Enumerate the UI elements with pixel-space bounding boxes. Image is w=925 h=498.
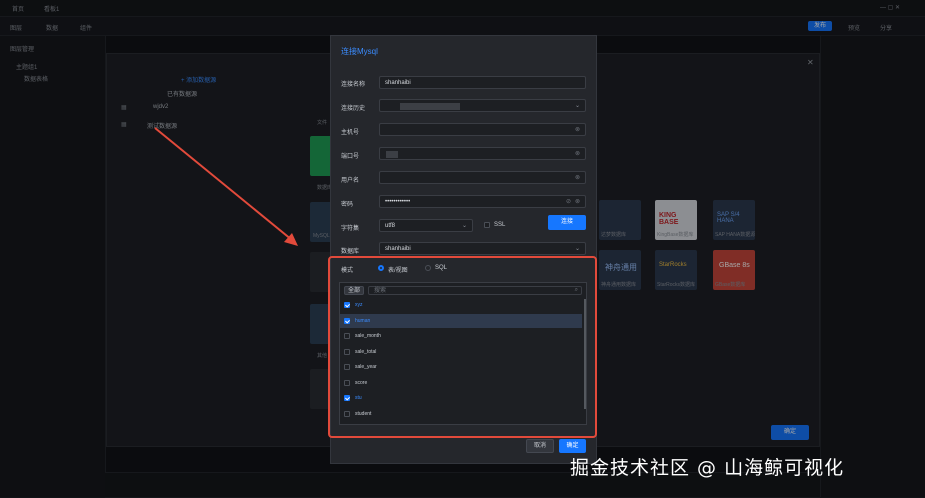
redacted-value — [386, 151, 398, 158]
conn-name-input[interactable]: shanhaibi — [379, 76, 586, 89]
database-label: 数据库 — [341, 249, 360, 255]
charset-value: utf8 — [385, 223, 396, 229]
chevron-down-icon: ⌄ — [574, 246, 580, 252]
conn-name-label: 连接名称 — [341, 82, 366, 88]
table-name: score — [355, 379, 368, 386]
table-search-input[interactable]: 搜索 ⌕ — [368, 286, 582, 295]
table-checkbox[interactable] — [344, 395, 350, 401]
password-value: •••••••••••• — [385, 199, 411, 205]
password-label: 密码 — [341, 202, 354, 208]
history-select[interactable]: ⌄ — [379, 99, 586, 112]
table-name: sale_month — [355, 333, 381, 339]
table-checkbox[interactable] — [344, 348, 350, 355]
search-icon: ⌕ — [574, 287, 578, 293]
table-row[interactable]: sale_month — [340, 329, 582, 343]
table-row[interactable]: human — [340, 313, 582, 328]
table-checkbox[interactable] — [344, 364, 350, 370]
table-row[interactable]: score — [340, 376, 582, 390]
port-label: 端口号 — [341, 154, 360, 160]
connect-mysql-modal: 连接Mysql 连接名称 shanhaibi 连接历史 ⌄ 主机号 ⊗ 端口号 … — [328, 35, 597, 464]
table-checkbox[interactable] — [344, 317, 350, 324]
search-placeholder: 搜索 — [374, 288, 387, 294]
port-input[interactable]: ⊗ — [379, 147, 586, 160]
clear-icon[interactable]: ⊗ — [575, 148, 580, 161]
table-name: xyz — [355, 302, 363, 308]
host-input[interactable]: ⊗ — [379, 123, 586, 136]
table-row[interactable]: stu — [340, 391, 582, 405]
table-name: sale_year — [355, 364, 377, 370]
table-name: stu — [355, 395, 362, 401]
table-name: sale_total — [355, 348, 377, 355]
table-list: 全部 搜索 ⌕ xyz human sale_month sale_totalsale… — [339, 282, 587, 425]
eye-off-icon[interactable]: ⊘ — [566, 196, 571, 209]
table-row[interactable]: xyz — [340, 298, 582, 312]
history-label: 连接历史 — [341, 106, 366, 112]
password-input[interactable]: •••••••••••• ⊘ ⊗ — [379, 195, 586, 208]
mode-table-radio[interactable] — [378, 265, 384, 271]
modal-title: 连接Mysql — [341, 47, 378, 56]
table-name: human — [355, 317, 371, 324]
mode-sql-label: SQL — [435, 265, 448, 271]
table-row[interactable]: sale_total — [340, 345, 582, 359]
cancel-button[interactable]: 取消 — [526, 439, 554, 453]
watermark: 掘金技术社区 @ 山海鲸可视化 — [570, 457, 845, 479]
table-row[interactable]: sale_year — [340, 360, 582, 374]
user-label: 用户名 — [341, 178, 360, 184]
ssl-checkbox[interactable] — [484, 222, 490, 228]
database-value: shanhaibi — [385, 246, 411, 252]
mode-sql-radio[interactable] — [425, 265, 431, 271]
table-row[interactable]: student — [340, 407, 582, 421]
host-label: 主机号 — [341, 130, 360, 136]
table-name: student — [355, 410, 372, 417]
table-checkbox[interactable] — [344, 410, 350, 417]
select-all-button[interactable]: 全部 — [344, 286, 364, 295]
chevron-down-icon: ⌄ — [461, 223, 467, 229]
clear-icon[interactable]: ⊗ — [575, 196, 580, 209]
table-checkbox[interactable] — [344, 333, 350, 339]
clear-icon[interactable]: ⊗ — [575, 124, 580, 137]
chevron-down-icon: ⌄ — [574, 103, 580, 109]
connect-button[interactable]: 连接 — [548, 215, 586, 230]
mode-label: 模式 — [341, 268, 354, 274]
redacted-value — [400, 103, 460, 110]
clear-icon[interactable]: ⊗ — [575, 172, 580, 185]
mode-table-label: 表/视图 — [388, 268, 408, 274]
ssl-label: SSL — [494, 222, 506, 228]
database-select[interactable]: shanhaibi ⌄ — [379, 242, 586, 255]
scrollbar[interactable] — [584, 299, 586, 409]
charset-select[interactable]: utf8 ⌄ — [379, 219, 473, 232]
ok-button[interactable]: 确定 — [559, 439, 586, 453]
table-checkbox[interactable] — [344, 379, 350, 386]
table-checkbox[interactable] — [344, 302, 350, 308]
user-input[interactable]: ⊗ — [379, 171, 586, 184]
charset-label: 字符集 — [341, 226, 360, 232]
